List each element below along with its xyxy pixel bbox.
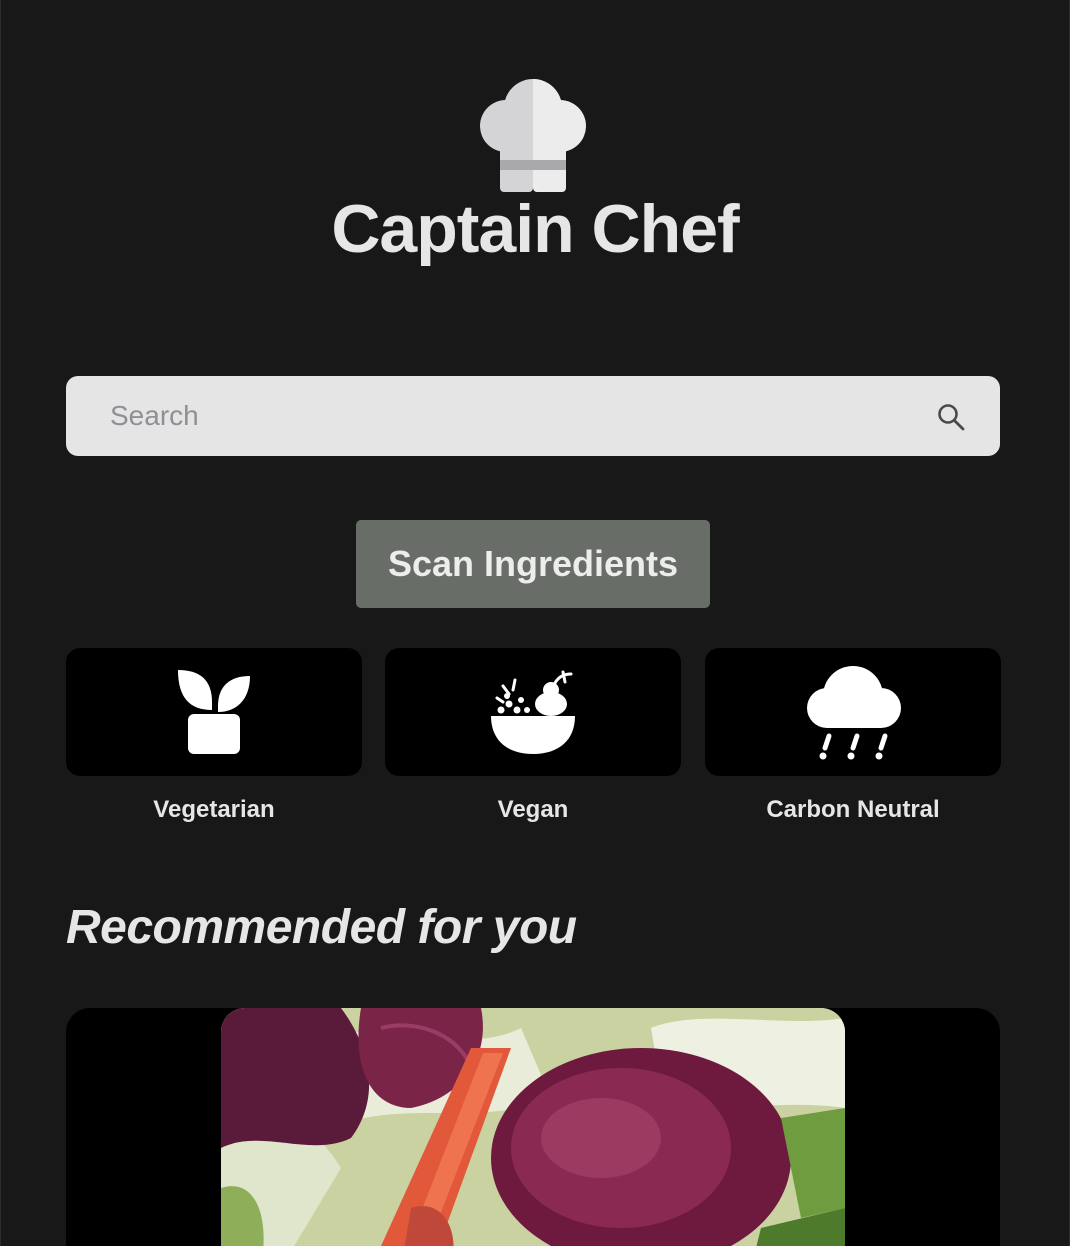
search-input[interactable] [66, 376, 926, 456]
app-title: Captain Chef [331, 191, 739, 267]
search-bar[interactable] [66, 376, 1000, 456]
salad-bowl-icon [491, 670, 575, 754]
category-label: Carbon Neutral [766, 796, 940, 823]
category-tile[interactable] [705, 648, 1001, 776]
recipe-card[interactable] [66, 1008, 1000, 1246]
scan-ingredients-button[interactable]: Scan Ingredients [356, 520, 710, 608]
chef-hat-icon [480, 79, 586, 192]
category-label: Vegan [497, 796, 569, 823]
beet-salad-photo[interactable] [221, 1008, 845, 1246]
category-vegan[interactable]: Vegan [385, 648, 681, 824]
app-home-screen: Captain Chef Scan Ingredients Vegetarian [0, 0, 1070, 1246]
category-vegetarian[interactable]: Vegetarian [66, 648, 362, 824]
recommended-heading: Recommended for you [66, 901, 577, 954]
cloud-rain-icon [807, 666, 901, 760]
left-border [0, 0, 1, 1246]
category-carbon-neutral[interactable]: Carbon Neutral [705, 648, 1001, 824]
search-icon[interactable] [936, 402, 966, 432]
category-label: Vegetarian [153, 796, 275, 823]
category-tile[interactable] [385, 648, 681, 776]
plant-pot-icon [178, 670, 250, 754]
category-tile[interactable] [66, 648, 362, 776]
